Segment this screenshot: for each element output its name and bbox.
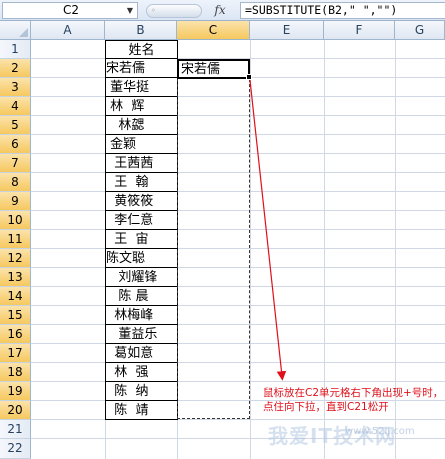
cell-b1[interactable]: 姓名 (105, 40, 178, 59)
row-header-5[interactable]: 5 (0, 116, 31, 135)
cell-b13[interactable]: 刘耀锋 (105, 268, 178, 287)
watermark-url: www.52ij.com (345, 426, 415, 437)
column-header-b[interactable]: B (105, 21, 177, 40)
selection-range (177, 59, 250, 419)
column-header-f[interactable]: F (324, 21, 395, 40)
row-header-22[interactable]: 22 (0, 439, 31, 459)
cell-b14[interactable]: 陈 晨 (105, 287, 178, 306)
row-header-10[interactable]: 10 (0, 211, 31, 230)
cell-b19[interactable]: 陈 纳 (105, 382, 178, 401)
row-header-11[interactable]: 11 (0, 230, 31, 249)
row-header-7[interactable]: 7 (0, 154, 31, 173)
cell-b16[interactable]: 董益乐 (105, 325, 178, 344)
row-header-14[interactable]: 14 (0, 287, 31, 306)
column-header-c[interactable]: C (177, 21, 250, 40)
cell-b10[interactable]: 李仁意 (105, 211, 178, 230)
cell-b12[interactable]: 陈文聪 (105, 249, 178, 268)
cell-b17[interactable]: 葛如意 (105, 344, 178, 363)
row-header-20[interactable]: 20 (0, 401, 31, 420)
formula-bar-splitter[interactable]: ◦ (146, 4, 202, 18)
formula-bar: C2 ▼ ◦ fx =SUBSTITUTE(B2," ","") (0, 0, 445, 21)
row-header-17[interactable]: 17 (0, 344, 31, 363)
column-header-e[interactable]: E (250, 21, 324, 40)
row-header-16[interactable]: 16 (0, 325, 31, 344)
row-header-3[interactable]: 3 (0, 78, 31, 97)
row-header-2[interactable]: 2 (0, 59, 31, 78)
select-all-corner[interactable] (0, 21, 31, 40)
cell-b2[interactable]: 宋若儒 (105, 59, 178, 78)
cell-b3[interactable]: 董华挺 (105, 78, 178, 97)
row-header-18[interactable]: 18 (0, 363, 31, 382)
cell-b6[interactable]: 金颖 (105, 135, 178, 154)
gridline (250, 40, 251, 459)
insert-function-icon[interactable]: fx (205, 2, 235, 19)
column-header-g[interactable]: G (395, 21, 445, 40)
cell-b18[interactable]: 林 强 (105, 363, 178, 382)
cell-b4[interactable]: 林 辉 (105, 97, 178, 116)
row-header-12[interactable]: 12 (0, 249, 31, 268)
row-header-9[interactable]: 9 (0, 192, 31, 211)
cell-b7[interactable]: 王茜茜 (105, 154, 178, 173)
fill-handle[interactable] (246, 74, 252, 80)
instruction-annotation: 鼠标放在C2单元格右下角出现+号时，点住向下拉，直到C21松开 (263, 387, 444, 413)
row-header-8[interactable]: 8 (0, 173, 31, 192)
cell-c2-value: 宋若儒 (181, 62, 221, 77)
active-cell-c2[interactable]: 宋若儒 (177, 59, 250, 79)
row-header-21[interactable]: 21 (0, 420, 31, 439)
row-header-19[interactable]: 19 (0, 382, 31, 401)
cell-b15[interactable]: 林梅峰 (105, 306, 178, 325)
cell-b11[interactable]: 王 宙 (105, 230, 178, 249)
name-box-value: C2 (63, 3, 80, 17)
row-header-1[interactable]: 1 (0, 40, 31, 59)
row-header-15[interactable]: 15 (0, 306, 31, 325)
row-header-6[interactable]: 6 (0, 135, 31, 154)
column-header-a[interactable]: A (31, 21, 105, 40)
name-box[interactable]: C2 ▼ (2, 2, 138, 19)
cell-b5[interactable]: 林勰 (105, 116, 178, 135)
row-header-4[interactable]: 4 (0, 97, 31, 116)
cell-b20[interactable]: 陈 靖 (105, 401, 178, 420)
cell-b9[interactable]: 黄筱筱 (105, 192, 178, 211)
cell-b8[interactable]: 王 翰 (105, 173, 178, 192)
formula-input[interactable]: =SUBSTITUTE(B2," ","") (240, 2, 445, 19)
row-header-13[interactable]: 13 (0, 268, 31, 287)
chevron-down-icon[interactable]: ▼ (123, 3, 137, 18)
